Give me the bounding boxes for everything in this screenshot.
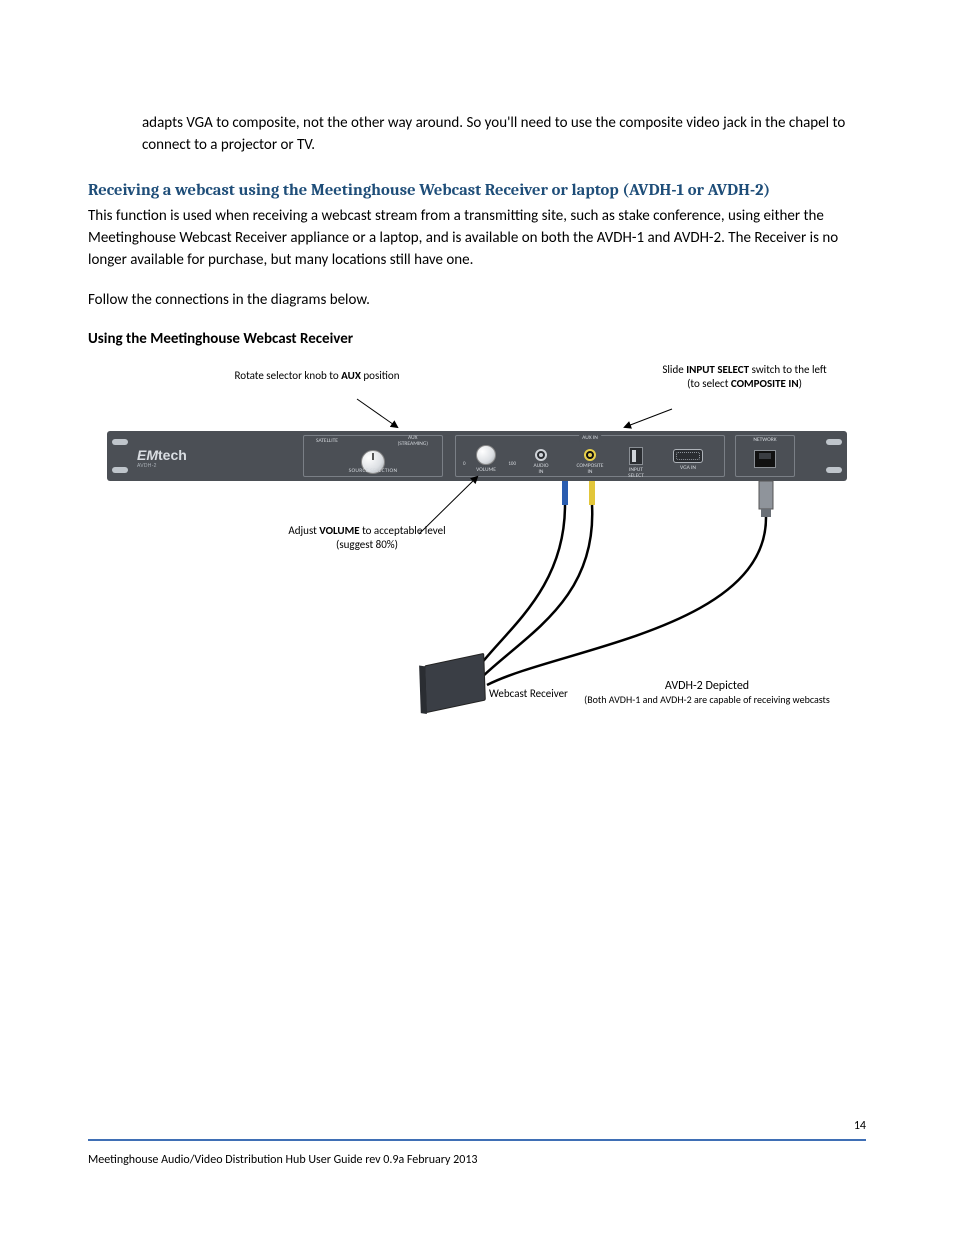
callout-bold: VOLUME: [319, 524, 359, 537]
vga-port-icon: [673, 449, 703, 463]
rack-slot-icon: [826, 439, 842, 445]
sub-heading: Using the Meetinghouse Webcast Receiver: [88, 329, 866, 351]
section-heading: Receiving a webcast using the Meetinghou…: [88, 179, 866, 203]
rack-ear-left: [107, 431, 133, 481]
rack-slot-icon: [826, 467, 842, 473]
webcast-receiver-icon: [424, 653, 486, 713]
depicted-subtitle: (Both AVDH-1 and AVDH-2 are capable of r…: [557, 694, 857, 707]
volume-knob-icon: [476, 445, 496, 465]
callout-input-select: Slide INPUT SELECT switch to the left (t…: [657, 363, 832, 391]
vga-in-label: VGA IN: [666, 466, 710, 472]
rack-ear-right: [821, 431, 847, 481]
callout-text: Rotate selector knob to: [235, 369, 342, 382]
input-select-label: INPUT SELECT: [621, 468, 651, 479]
rack-slot-icon: [112, 439, 128, 445]
page-number: 14: [854, 1118, 866, 1135]
vga-in-group: VGA IN: [666, 445, 710, 472]
audio-in-group: AUDIO IN: [526, 445, 556, 475]
callout-text: ): [799, 377, 802, 390]
network-label: NETWORK: [753, 437, 776, 444]
tick-label: 0: [463, 461, 466, 467]
rack-slot-icon: [112, 467, 128, 473]
composite-in-group: COMPOSITE IN: [571, 445, 609, 475]
callout-volume: Adjust VOLUME to acceptable level (sugge…: [287, 524, 447, 552]
paragraph-2: Follow the connections in the diagrams b…: [88, 290, 866, 312]
callout-bold: COMPOSITE IN: [731, 377, 799, 390]
slide-switch-icon: [629, 447, 643, 465]
audio-jack-icon: [535, 449, 547, 461]
panel-content: SATELLITE AUX (STREAMING) SOURCE SELECTI…: [133, 431, 821, 481]
callout-text: position: [361, 369, 400, 382]
composite-jack-icon: [584, 449, 596, 461]
connection-diagram: Rotate selector knob to AUX position Sli…: [107, 369, 847, 729]
footer-rule: [88, 1139, 866, 1141]
paragraph-1: This function is used when receiving a w…: [88, 206, 866, 271]
aux-streaming-label: AUX (STREAMING): [398, 436, 428, 448]
satellite-label: SATELLITE: [316, 438, 338, 445]
depicted-title: AVDH-2 Depicted: [557, 679, 857, 694]
aux-in-label: AUX IN: [579, 435, 601, 442]
audio-in-label: AUDIO IN: [526, 464, 556, 475]
brand-logo: EMtech AVDH-2: [137, 447, 187, 469]
leadin-paragraph: adapts VGA to composite, not the other w…: [142, 113, 866, 157]
source-selection-label: SOURCE SELECTION: [349, 468, 398, 475]
brand-tech: tech: [158, 447, 187, 463]
footer-text: Meetinghouse Audio/Video Distribution Hu…: [88, 1152, 478, 1169]
brand-em: EM: [137, 447, 158, 463]
volume-group: 0 100 VOLUME: [468, 445, 504, 474]
callout-rotate-knob: Rotate selector knob to AUX position: [227, 369, 407, 383]
label-line: IN: [539, 469, 544, 475]
label-line: IN: [588, 469, 593, 475]
tick-label: 100: [508, 461, 516, 467]
label-line: (STREAMING): [398, 441, 428, 447]
callout-text: Adjust: [288, 524, 319, 537]
brand-model: AVDH-2: [137, 463, 187, 469]
callout-bold: AUX: [341, 369, 361, 382]
callout-bold: INPUT SELECT: [686, 363, 749, 376]
callout-text: Slide: [662, 363, 686, 376]
composite-in-label: COMPOSITE IN: [571, 464, 609, 475]
input-select-group: INPUT SELECT: [621, 445, 651, 479]
network-box: NETWORK: [735, 435, 795, 477]
rj45-port-icon: [754, 450, 776, 468]
aux-in-box: AUX IN 0 100 VOLUME AUDIO IN: [455, 435, 725, 477]
source-selection-box: SATELLITE AUX (STREAMING) SOURCE SELECTI…: [303, 435, 443, 477]
depicted-note: AVDH-2 Depicted (Both AVDH-1 and AVDH-2 …: [557, 679, 857, 707]
device-panel: SATELLITE AUX (STREAMING) SOURCE SELECTI…: [107, 431, 847, 481]
label-line: SELECT: [628, 473, 644, 479]
volume-label: VOLUME: [468, 468, 504, 474]
